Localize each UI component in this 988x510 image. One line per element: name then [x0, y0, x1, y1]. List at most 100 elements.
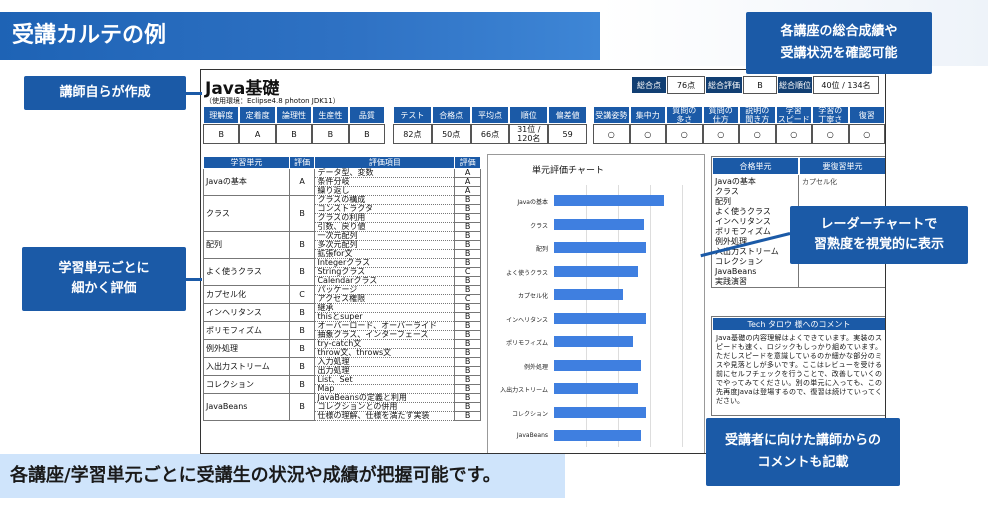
units-header-unit: 学習単元 [203, 156, 290, 169]
units-header-item-grade: 評価 [454, 156, 481, 169]
group2-value: 31位 / 120名 [509, 124, 549, 144]
callout-per-unit-pointer [186, 278, 202, 281]
group1-header: 論理性 [275, 106, 313, 124]
chart-category-label: ポリモフィズム [506, 340, 548, 347]
unit-grade: B [288, 375, 316, 394]
total-score-value: 76点 [667, 76, 705, 94]
unit-grade: C [288, 285, 316, 304]
group2-value: 50点 [431, 124, 471, 144]
group1-header: 定着度 [239, 106, 276, 124]
group1-value: B [275, 124, 313, 144]
chart-bar [554, 312, 647, 324]
group3-value: ○ [812, 124, 849, 144]
summary-banner: 各講座/学習単元ごとに受講生の状況や成績が把握可能です。 [0, 454, 565, 498]
unit-grade: B [288, 258, 316, 286]
group1-value: B [312, 124, 349, 144]
group3-header: 受講姿勢 [593, 106, 630, 124]
list-item: コレクション [715, 257, 763, 266]
chart-title: 単元評価チャート [532, 166, 604, 176]
list-item: 実践演習 [715, 277, 747, 286]
chart-category-label: よく使うクラス [506, 269, 548, 277]
chart-category-label: クラス [530, 222, 548, 230]
karte-card: Java基礎 （使用環境：Eclipse4.8 photon JDK11） 総合… [200, 69, 886, 454]
item-name: アクセス権限 [314, 294, 456, 304]
item-name: 仕様の理解、仕様を満たす実装 [314, 411, 456, 421]
chart-bar [554, 359, 642, 371]
callout-per-unit: 学習単元ごとに 細かく評価 [22, 247, 186, 311]
unit-name: よく使うクラス [203, 258, 290, 286]
chart-plot-area: Javaの基本 クラス 配列 よく使うクラス カプセル化 インヘリタンス ポリモフィズム 例外… [488, 185, 706, 453]
group2-value: 59 [548, 124, 587, 144]
group2-header: 合格点 [431, 106, 471, 124]
group3-header: 質問の 仕方 [702, 106, 739, 124]
group3-value: ○ [848, 124, 885, 144]
unit-name: インヘリタンス [203, 303, 290, 322]
list-item: カプセル化 [802, 178, 837, 186]
group3-value: ○ [775, 124, 812, 144]
group3-header: 説明の 聞き方 [739, 106, 776, 124]
instructor-comment-box: Tech タロウ 様へのコメント Java基礎の内容理解はよくできています。実装… [711, 316, 885, 416]
total-eval-label: 総合評価 [705, 76, 743, 94]
unit-name: JavaBeans [203, 393, 290, 421]
chart-category-label: Javaの基本 [517, 199, 548, 206]
group3-value: ○ [702, 124, 739, 144]
unit-evaluation-chart: 単元評価チャート Javaの基本 クラス 配列 よく使うクラス カプセル化 インヘリタンス… [487, 154, 706, 453]
units-header-grade: 評価 [288, 156, 316, 169]
unit-grade: B [288, 393, 316, 421]
unit-grade: B [288, 321, 316, 340]
comment-header: Tech タロウ 様へのコメント [712, 317, 885, 331]
unit-name: Javaの基本 [203, 168, 290, 196]
group1-value: A [239, 124, 276, 144]
callout-overall: 各講座の総合成績や 受講状況を確認可能 [746, 12, 932, 74]
chart-bar [554, 195, 665, 206]
chart-gridline [682, 185, 683, 447]
group1-header: 生産性 [312, 106, 349, 124]
chart-bar [554, 242, 647, 253]
list-item: Javaの基本 [715, 177, 756, 186]
attitude-group: 受講姿勢 集中力 質問の 多さ 質問の 仕方 説明の 聞き方 学習 スピード 学習の 丁寧さ… [593, 106, 885, 146]
group1-value: B [348, 124, 386, 144]
group2-header: テスト [393, 106, 432, 124]
unit-name: 配列 [203, 231, 290, 259]
passed-units-list: Javaの基本 クラス 配列 よく使うクラス インヘリタンス ポリモフィズム 例外処理 入出力… [712, 175, 799, 287]
total-score-label: 総合点 [631, 76, 667, 94]
unit-grade: B [288, 231, 316, 259]
chart-category-label: 例外処理 [523, 363, 548, 371]
chart-bar [554, 336, 634, 347]
total-rank-value: 40位 / 134名 [813, 76, 879, 94]
list-item: インヘリタンス [715, 217, 771, 226]
review-header: 要復習単元 [799, 157, 885, 175]
chart-category-label: カプセル化 [517, 293, 548, 300]
test-group: テスト 合格点 平均点 順位 偏差値 82点 50点 66点 31位 / 120名 59 [393, 106, 587, 146]
eval-group-1: 理解度 定着度 論理性 生産性 品質 BABBB [203, 106, 386, 146]
table-row: コレクション B List、Set B [203, 375, 481, 394]
unit-name: 例外処理 [203, 339, 290, 358]
group2-header: 偏差値 [548, 106, 587, 124]
chart-bar [554, 406, 647, 418]
group2-header: 順位 [509, 106, 549, 124]
list-item: よく使うクラス [715, 207, 771, 216]
group3-value: ○ [593, 124, 630, 144]
group3-header: 集中力 [629, 106, 666, 124]
group3-value: ○ [666, 124, 703, 144]
callout-radar: レーダーチャートで 習熟度を視覚的に表示 [790, 206, 968, 264]
item-name: List、Set [314, 375, 456, 385]
unit-grade: B [288, 357, 316, 376]
chart-bar [554, 289, 624, 300]
group3-value: ○ [629, 124, 666, 144]
callout-instructor-pointer [186, 92, 202, 95]
unit-name: コレクション [203, 375, 290, 394]
group2-value: 66点 [470, 124, 510, 144]
unit-name: 入出力ストリーム [203, 357, 290, 376]
chart-category-label: 入出力ストリーム [500, 387, 548, 394]
unit-grade: B [288, 195, 316, 232]
environment-line: （使用環境：Eclipse4.8 photon JDK11） [205, 97, 340, 105]
comment-body: Java基礎の内容理解はよくできています。実装のスピードも速く、ロジックもしっか… [716, 334, 882, 405]
unit-name: クラス [203, 195, 290, 232]
total-rank-label: 総合順位 [777, 76, 813, 94]
page-title: 受講カルテの例 [0, 12, 600, 60]
list-item: JavaBeans [715, 267, 757, 276]
group1-value: B [203, 124, 240, 144]
chart-category-label: 配列 [535, 246, 548, 253]
unit-grade: B [288, 339, 316, 358]
